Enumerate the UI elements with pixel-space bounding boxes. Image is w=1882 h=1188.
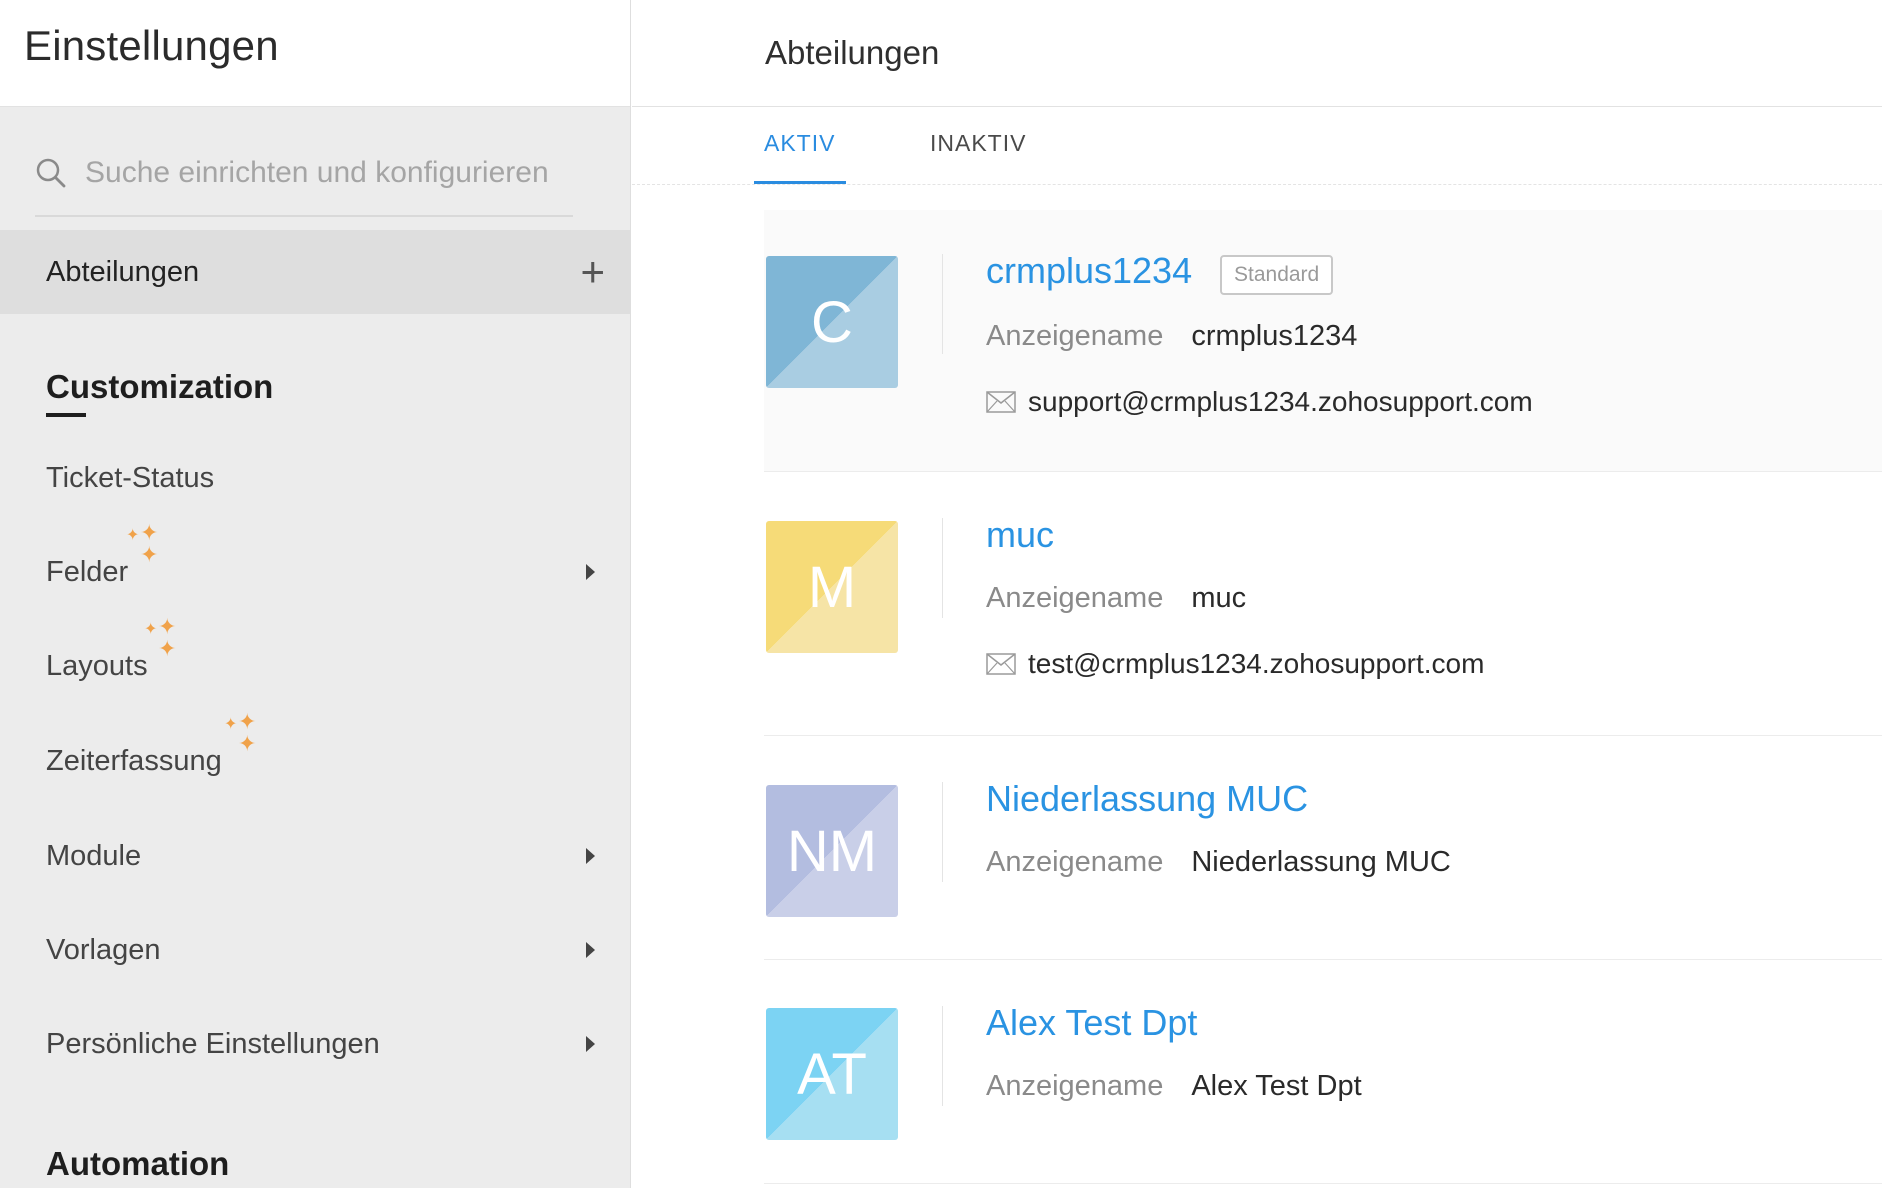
search-icon	[35, 156, 69, 190]
search-input[interactable]	[85, 155, 565, 190]
section-title-customization: Customization	[46, 368, 274, 405]
chevron-right-icon[interactable]	[586, 1036, 595, 1052]
display-name-value: Alex Test Dpt	[1191, 1070, 1362, 1102]
settings-search	[35, 130, 573, 217]
new-sparkle-icon: ✦ ✦ ✦	[224, 708, 257, 756]
department-name-link[interactable]: Niederlassung MUC	[986, 778, 1308, 820]
card-divider	[942, 1006, 943, 1106]
avatar-initials: C	[811, 289, 853, 355]
sidebar-header: Einstellungen	[0, 0, 630, 107]
sidebar-item-text: Layouts	[46, 649, 148, 682]
tab-inaktiv[interactable]: INAKTIV	[930, 130, 1026, 157]
sidebar-item-text: Zeiterfassung	[46, 744, 222, 777]
display-name-row: Anzeigename crmplus1234	[986, 320, 1357, 353]
department-avatar: C	[766, 256, 898, 388]
new-sparkle-icon: ✦ ✦ ✦	[144, 613, 177, 661]
chevron-right-icon[interactable]	[586, 942, 595, 958]
display-name-row: Anzeigename Alex Test Dpt	[986, 1070, 1362, 1103]
sidebar-item-text: Felder	[46, 555, 129, 588]
sidebar-item-label: Abteilungen	[46, 255, 200, 288]
display-name-label: Anzeigename	[986, 846, 1164, 878]
sidebar-item-label: Module	[46, 839, 142, 872]
sidebar-item-zeiterfassung[interactable]: Zeiterfassung ✦ ✦ ✦	[0, 710, 630, 791]
department-avatar: NM	[766, 785, 898, 917]
active-tab-indicator	[754, 181, 846, 184]
department-card[interactable]: C crmplus1234 Standard Anzeigename crmplu…	[764, 210, 1882, 472]
sidebar-item-label: Ticket-Status	[46, 461, 215, 494]
default-badge: Standard	[1220, 255, 1334, 295]
section-underline	[46, 413, 86, 417]
sidebar-item-ticket-status[interactable]: Ticket-Status	[0, 448, 630, 508]
sidebar-item-abteilungen[interactable]: Abteilungen +	[0, 230, 630, 314]
add-department-icon[interactable]: +	[580, 251, 605, 293]
email-row: test@crmplus1234.zohosupport.com	[986, 648, 1484, 680]
chevron-right-icon[interactable]	[586, 848, 595, 864]
sidebar-item-label: Persönliche Einstellungen	[46, 1027, 380, 1060]
card-divider	[942, 254, 943, 354]
department-name-link[interactable]: crmplus1234	[986, 250, 1192, 292]
sidebar-item-label: Felder ✦ ✦ ✦	[46, 521, 158, 589]
department-name-link[interactable]: muc	[986, 514, 1054, 556]
sidebar-item-label: Layouts ✦ ✦ ✦	[46, 615, 176, 683]
display-name-label: Anzeigename	[986, 1070, 1164, 1102]
display-name-row: Anzeigename Niederlassung MUC	[986, 846, 1451, 879]
tab-aktiv[interactable]: AKTIV	[764, 130, 835, 157]
main-header: Abteilungen	[632, 0, 1882, 107]
display-name-value: crmplus1234	[1191, 320, 1358, 352]
sidebar-item-label: Zeiterfassung ✦ ✦ ✦	[46, 710, 256, 778]
email-row: support@crmplus1234.zohosupport.com	[986, 386, 1533, 418]
sidebar-item-module[interactable]: Module	[0, 826, 630, 886]
email-value: support@crmplus1234.zohosupport.com	[1028, 386, 1533, 417]
sidebar-item-felder[interactable]: Felder ✦ ✦ ✦	[0, 521, 630, 602]
page-title: Abteilungen	[765, 34, 940, 71]
sidebar-item-label: Vorlagen	[46, 933, 161, 966]
departments-main: Abteilungen AKTIV INAKTIV C crmplus1234 …	[632, 0, 1882, 1188]
sidebar-item-vorlagen[interactable]: Vorlagen	[0, 920, 630, 980]
display-name-value: Niederlassung MUC	[1191, 846, 1451, 878]
avatar-initials: M	[807, 554, 857, 620]
display-name-label: Anzeigename	[986, 320, 1164, 352]
sidebar-title: Einstellungen	[24, 22, 279, 69]
settings-app: Einstellungen Abteilungen + Customizatio…	[0, 0, 1882, 1188]
card-divider	[942, 782, 943, 882]
avatar-initials: NM	[786, 818, 878, 884]
avatar-initials: AT	[797, 1041, 867, 1107]
section-title-automation: Automation	[46, 1145, 230, 1182]
mail-icon	[986, 391, 1016, 413]
chevron-right-icon[interactable]	[586, 564, 595, 580]
display-name-row: Anzeigename muc	[986, 582, 1246, 615]
card-divider	[942, 518, 943, 618]
sidebar-item-persoenliche-einstellungen[interactable]: Persönliche Einstellungen	[0, 1014, 630, 1074]
mail-icon	[986, 653, 1016, 675]
display-name-value: muc	[1191, 582, 1247, 614]
department-name-link[interactable]: Alex Test Dpt	[986, 1002, 1197, 1044]
sidebar-item-layouts[interactable]: Layouts ✦ ✦ ✦	[0, 615, 630, 696]
status-tabs: AKTIV INAKTIV	[632, 108, 1882, 185]
department-avatar: M	[766, 521, 898, 653]
email-value: test@crmplus1234.zohosupport.com	[1028, 648, 1485, 679]
department-card[interactable]: NM Niederlassung MUC Anzeigename Niederla…	[764, 736, 1882, 960]
department-card[interactable]: AT Alex Test Dpt Anzeigename Alex Test Dp…	[764, 960, 1882, 1184]
new-sparkle-icon: ✦ ✦ ✦	[126, 519, 159, 567]
display-name-label: Anzeigename	[986, 582, 1164, 614]
department-card[interactable]: M muc Anzeigename muc test@crmplus1234.zo…	[764, 472, 1882, 736]
settings-sidebar: Einstellungen Abteilungen + Customizatio…	[0, 0, 631, 1188]
department-avatar: AT	[766, 1008, 898, 1140]
